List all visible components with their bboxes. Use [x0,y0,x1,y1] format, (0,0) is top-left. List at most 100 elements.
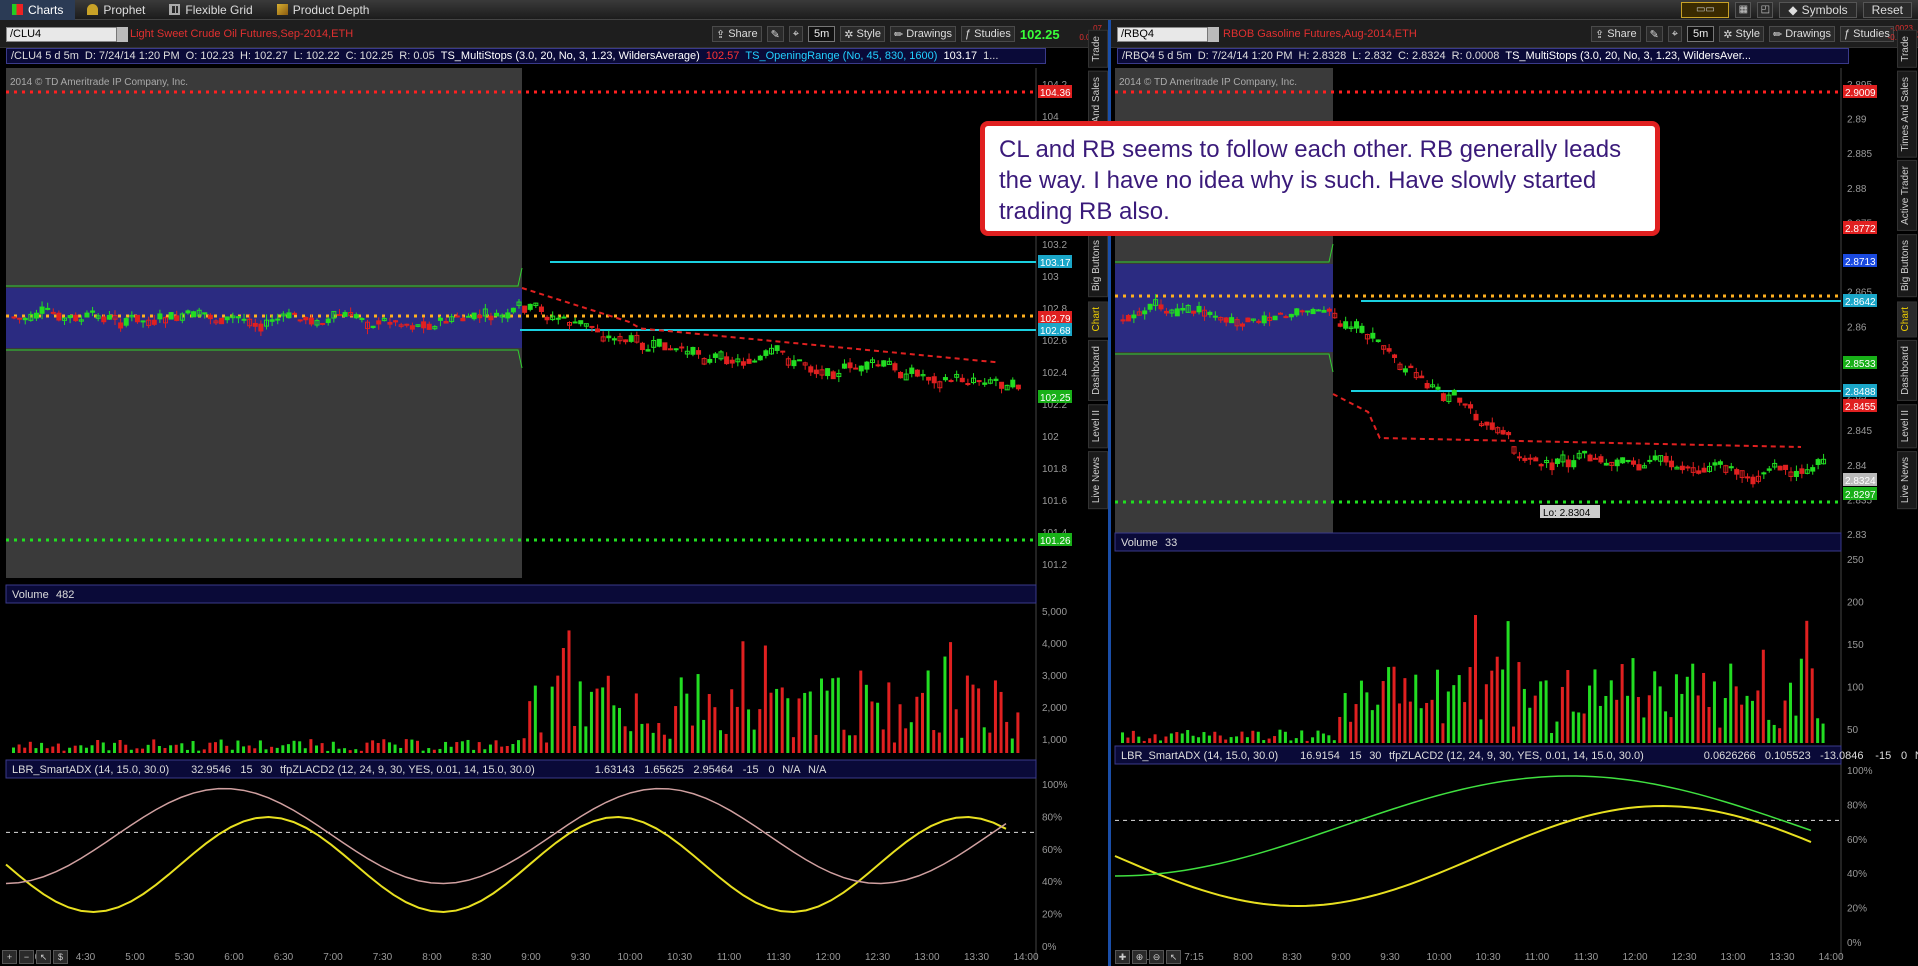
side-tab[interactable]: Level II [1897,403,1917,449]
price-axis-label: 2.89 [1847,115,1867,126]
volume-bar [713,707,717,753]
tab-label: Product Depth [292,2,370,17]
volume-bar [618,707,621,753]
symbol-input-right[interactable]: /RBQ4 [1117,27,1217,42]
style-button[interactable]: ✲ Style [840,26,885,42]
tab-charts[interactable]: Charts [0,0,76,20]
timeframe-selector[interactable]: 5m [808,26,836,42]
volume-bar [1767,719,1771,743]
drawings-button[interactable]: ✏ Drawings [1768,26,1836,42]
candle-body [1484,421,1490,426]
style-button[interactable]: ✲ Style [1719,26,1764,42]
side-tab[interactable]: Times And Sales [1897,70,1917,158]
volume-bar [696,674,700,753]
side-tab[interactable]: Level II [1088,403,1108,449]
grid-layout-icon[interactable]: ▦ [1735,2,1752,18]
volume-bar [1446,691,1450,743]
volume-bar [1354,704,1358,743]
candle-body [538,306,544,312]
volume-bar [1381,681,1385,743]
side-tab[interactable]: Live News [1088,451,1108,510]
symbol-input-left[interactable]: /CLU4 [6,27,126,42]
drawing-tool-button[interactable]: ⌖ [788,26,803,42]
indicator-axis-label: 0% [1847,938,1862,949]
candle-body [611,338,617,341]
candle-body [426,323,432,330]
symbols-button[interactable]: ◆ Symbols [1779,2,1857,18]
candle-body [544,316,550,321]
candle-body [1386,348,1392,352]
volume-bar [1207,735,1211,743]
zoom-out-icon[interactable]: ⊖ [1149,950,1164,964]
volume-bar [1723,698,1727,743]
settings-button[interactable]: ✎ [766,26,784,42]
candle-body [898,371,904,379]
charts-icon [12,4,23,15]
candle-body [1815,459,1821,465]
volume-bar [1300,730,1304,743]
volume-bar [730,689,734,753]
candle-body [106,314,112,320]
volume-bar [1571,711,1575,743]
volume-bar [152,739,156,753]
candle-body [505,312,511,319]
indicator-axis-label: 60% [1042,845,1062,856]
volume-bar [646,723,650,753]
side-tab[interactable]: Chart [1897,300,1917,337]
candle-body [123,318,129,326]
volume-bar [51,746,55,753]
side-tab[interactable]: Big Buttons [1897,234,1917,298]
candle-body [673,348,679,351]
volume-bar [40,742,44,753]
share-button[interactable]: ⇪ Share [1591,26,1641,42]
candle-body [1440,393,1446,402]
volume-bar [477,742,481,753]
timeframe-selector[interactable]: 5m [1687,26,1715,42]
volume-bar [191,741,195,753]
zoom-in-icon[interactable]: + [2,950,17,964]
side-tab[interactable]: Chart [1088,300,1108,337]
side-tab[interactable]: Dashboard [1897,339,1917,401]
price-tag-label: 2.8324 [1845,476,1876,487]
candle-body [1294,308,1300,316]
zoom-out-icon[interactable]: − [19,950,34,964]
side-tab[interactable]: Active Trader [1897,160,1917,232]
candle-body [1408,365,1414,369]
chevron-down-icon[interactable] [1207,27,1219,42]
volume-bar [309,739,313,753]
side-tab[interactable]: Live News [1897,451,1917,510]
dollar-icon[interactable]: $ [53,950,68,964]
candle-body [1451,389,1457,396]
side-tab[interactable]: Trade [1897,30,1917,68]
candle-body [1473,413,1479,421]
drawing-tool-button[interactable]: ⌖ [1667,26,1682,42]
cursor-icon[interactable]: ↖ [36,950,51,964]
tab-prophet[interactable]: Prophet [75,0,157,20]
volume-bar [1218,735,1222,743]
info-item: L: 2.832 [1352,50,1392,62]
settings-button[interactable]: ✎ [1645,26,1663,42]
candle-body [1620,457,1626,464]
layout-icon[interactable]: ▭▭ [1681,2,1730,18]
side-tab[interactable]: Big Buttons [1088,234,1108,298]
cursor-icon[interactable]: ↖ [1166,950,1181,964]
price-axis-label: 101.8 [1042,464,1067,475]
tab-product-depth[interactable]: Product Depth [265,0,382,20]
candle-body [724,356,730,365]
candle-body [589,325,595,328]
side-tab[interactable]: Dashboard [1088,339,1108,401]
drawings-button[interactable]: ✏ Drawings [889,26,957,42]
add-icon[interactable]: ✚ [1115,950,1130,964]
share-button[interactable]: ⇪ Share [712,26,762,42]
volume-bar [1512,726,1516,743]
window-icon[interactable]: ◰ [1757,2,1774,18]
zoom-in-icon[interactable]: ⊕ [1132,950,1147,964]
price-axis-label: 102.6 [1042,336,1067,347]
reset-button[interactable]: Reset [1862,2,1912,18]
chevron-down-icon[interactable] [116,27,128,42]
pencil-icon: ✏ [1772,28,1783,41]
volume-bar [898,704,902,753]
tab-flexible-grid[interactable]: Flexible Grid [157,0,264,20]
side-tab[interactable]: Trade [1088,30,1108,68]
studies-button[interactable]: ƒ Studies [961,26,1015,42]
